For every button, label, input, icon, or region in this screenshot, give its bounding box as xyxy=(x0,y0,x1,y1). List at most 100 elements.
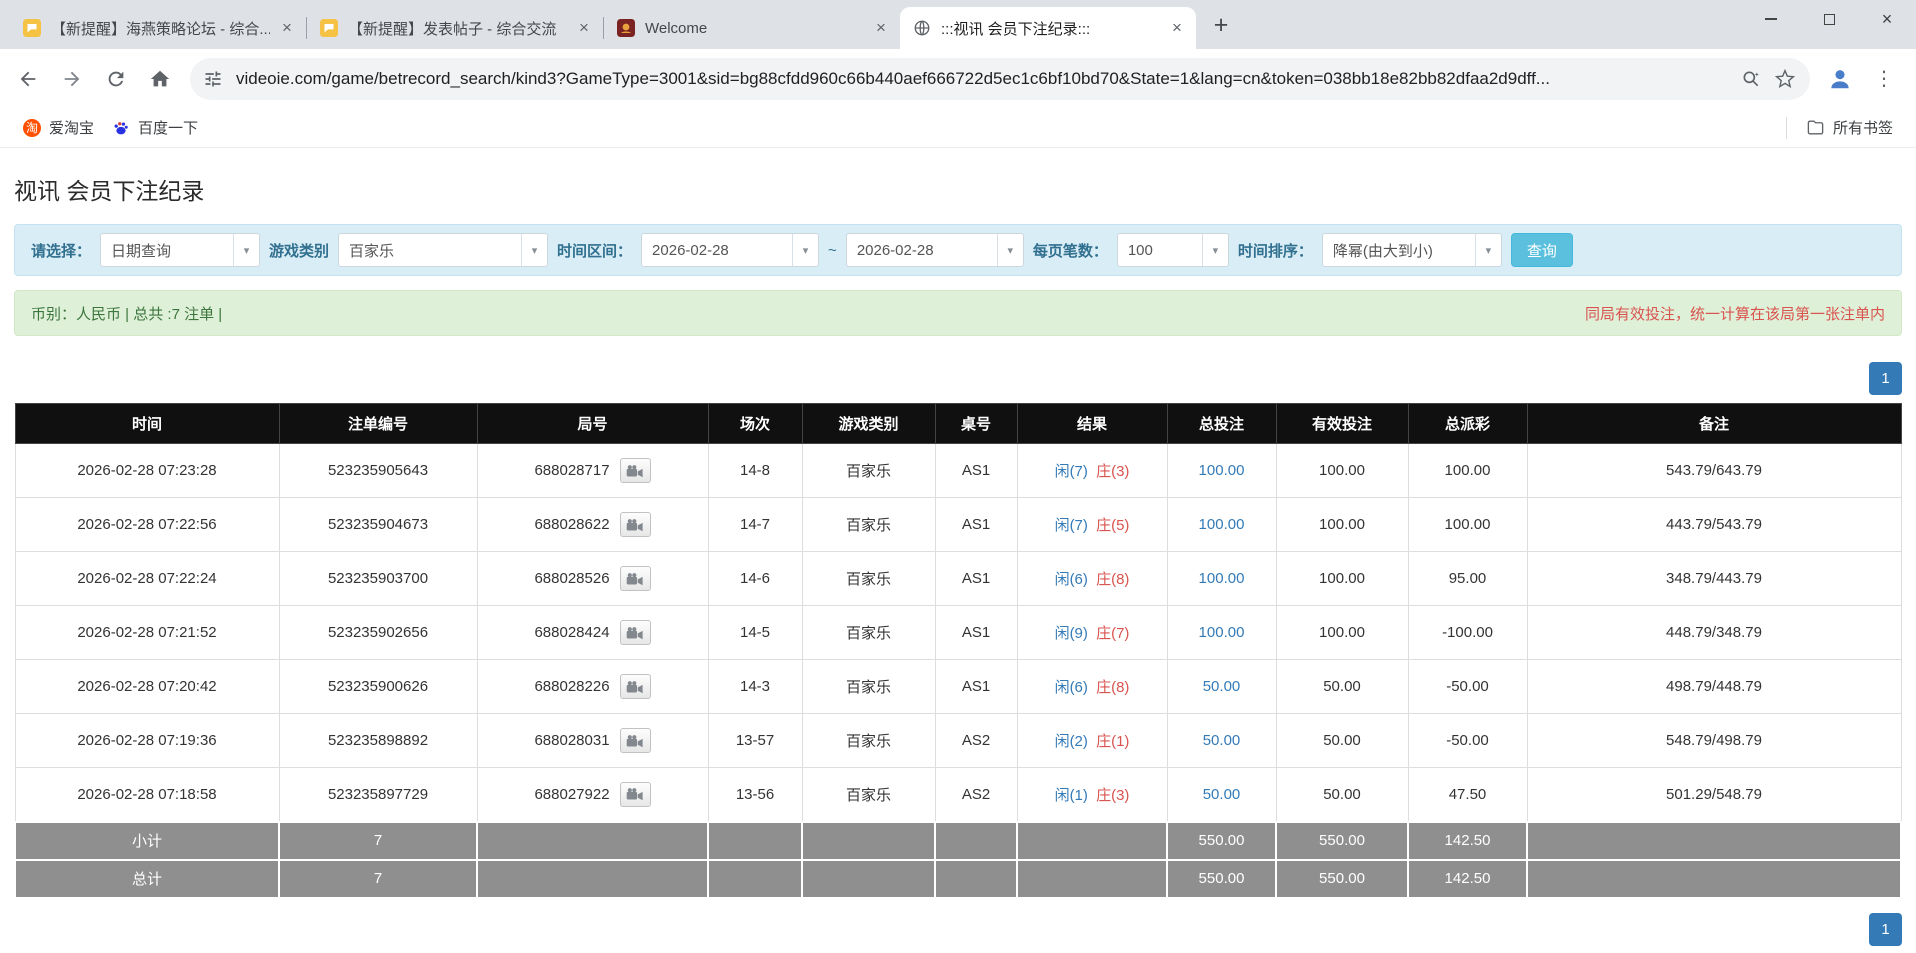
bet-table-no: AS2 xyxy=(935,714,1017,768)
video-replay-button[interactable] xyxy=(620,728,651,753)
search-lens-icon[interactable] xyxy=(1734,62,1768,96)
bookmark-taobao[interactable]: 淘 爱淘宝 xyxy=(14,113,103,143)
tab-close-icon[interactable]: × xyxy=(870,17,892,39)
payout: -100.00 xyxy=(1408,606,1527,660)
query-mode-select[interactable]: 日期查询 ▾ xyxy=(100,233,260,267)
valid-bet: 100.00 xyxy=(1276,444,1408,498)
video-replay-button[interactable] xyxy=(620,512,651,537)
chevron-down-icon[interactable]: ▾ xyxy=(792,234,818,266)
reload-button[interactable] xyxy=(94,57,138,101)
tab-close-icon[interactable]: × xyxy=(1166,17,1188,39)
video-camera-icon xyxy=(626,518,644,532)
game-type-select[interactable]: 百家乐 ▾ xyxy=(338,233,548,267)
bet-time: 2026-02-28 07:22:56 xyxy=(15,498,279,552)
bet-row: 2026-02-28 07:18:58 523235897729 6880279… xyxy=(15,768,1901,822)
chevron-down-icon[interactable]: ▾ xyxy=(1202,234,1228,266)
total-label: 总计 xyxy=(15,860,279,898)
video-replay-button[interactable] xyxy=(620,782,651,807)
total-valid-bet: 550.00 xyxy=(1276,860,1408,898)
video-replay-button[interactable] xyxy=(620,620,651,645)
payout: 95.00 xyxy=(1408,552,1527,606)
result-banker: 庄(8) xyxy=(1096,571,1129,588)
bet-game: 百家乐 xyxy=(802,444,935,498)
close-button[interactable]: × xyxy=(1858,0,1916,38)
page-content: 视讯 会员下注纪录 请选择： 日期查询 ▾ 游戏类别 百家乐 ▾ 时间区间： 2… xyxy=(0,172,1916,946)
bet-session: 13-56 xyxy=(708,768,802,822)
date-to-select[interactable]: 2026-02-28 ▾ xyxy=(846,233,1024,267)
round-id: 688027922 xyxy=(534,786,609,803)
bet-session: 13-57 xyxy=(708,714,802,768)
url-text[interactable]: videoie.com/game/betrecord_search/kind3?… xyxy=(236,69,1728,89)
window-controls: × xyxy=(1742,0,1916,38)
total-bet-link[interactable]: 50.00 xyxy=(1203,678,1241,695)
tab-strip: 【新提醒】海燕策略论坛 - 综合... × 【新提醒】发表帖子 - 综合交流 ×… xyxy=(0,0,1916,49)
page-size-select[interactable]: 100 ▾ xyxy=(1117,233,1229,267)
tab-close-icon[interactable]: × xyxy=(573,17,595,39)
pagination-top: 1 xyxy=(14,362,1902,395)
page-number-button[interactable]: 1 xyxy=(1869,362,1902,395)
game-type-label: 游戏类别 xyxy=(269,240,329,261)
video-replay-button[interactable] xyxy=(620,458,651,483)
total-bet-link[interactable]: 100.00 xyxy=(1199,624,1245,641)
forward-button[interactable] xyxy=(50,57,94,101)
bet-id: 523235905643 xyxy=(279,444,477,498)
note: 501.29/548.79 xyxy=(1527,768,1901,822)
browser-menu-button[interactable]: ⋮ xyxy=(1862,57,1906,101)
tab-forum-2[interactable]: 【新提醒】发表帖子 - 综合交流 × xyxy=(307,7,603,49)
browser-window: { "browser": { "tabs": [ { "title": "【新提… xyxy=(0,0,1916,953)
bet-time: 2026-02-28 07:22:24 xyxy=(15,552,279,606)
tab-bet-records[interactable]: :::视讯 会员下注纪录::: × xyxy=(900,7,1196,49)
chevron-down-icon[interactable]: ▾ xyxy=(1475,234,1501,266)
payout: -50.00 xyxy=(1408,714,1527,768)
new-tab-button[interactable]: + xyxy=(1204,8,1238,42)
home-button[interactable] xyxy=(138,57,182,101)
tab-welcome[interactable]: Welcome × xyxy=(604,7,900,49)
video-camera-icon xyxy=(626,787,644,801)
tab-close-icon[interactable]: × xyxy=(276,17,298,39)
bet-table-footer: 小计 7 550.00 550.00 142.50 总计 7 550.00 55… xyxy=(15,822,1901,898)
video-replay-button[interactable] xyxy=(620,674,651,699)
tab-forum-1[interactable]: 【新提醒】海燕策略论坛 - 综合... × xyxy=(10,7,306,49)
col-header-game: 游戏类别 xyxy=(802,404,935,444)
minimize-button[interactable] xyxy=(1742,0,1800,38)
sort-order-select[interactable]: 降幂(由大到小) ▾ xyxy=(1322,233,1502,267)
note: 548.79/498.79 xyxy=(1527,714,1901,768)
bet-game: 百家乐 xyxy=(802,498,935,552)
result-player: 闲(9) xyxy=(1055,625,1088,642)
chevron-down-icon[interactable]: ▾ xyxy=(233,234,259,266)
result-banker: 庄(3) xyxy=(1096,787,1129,804)
total-bet-link[interactable]: 50.00 xyxy=(1203,786,1241,803)
total-bet-link[interactable]: 50.00 xyxy=(1203,732,1241,749)
page-number-button[interactable]: 1 xyxy=(1869,913,1902,946)
bet-time: 2026-02-28 07:19:36 xyxy=(15,714,279,768)
maximize-button[interactable] xyxy=(1800,0,1858,38)
result-player: 闲(7) xyxy=(1055,463,1088,480)
url-bar[interactable]: videoie.com/game/betrecord_search/kind3?… xyxy=(190,58,1810,100)
date-from-select[interactable]: 2026-02-28 ▾ xyxy=(641,233,819,267)
query-button[interactable]: 查询 xyxy=(1511,233,1573,267)
total-payout: 142.50 xyxy=(1408,860,1527,898)
bet-id: 523235900626 xyxy=(279,660,477,714)
valid-bet: 50.00 xyxy=(1276,714,1408,768)
bookmark-baidu[interactable]: 百度一下 xyxy=(103,113,207,143)
bet-id: 523235904673 xyxy=(279,498,477,552)
forum-favicon xyxy=(22,19,41,38)
video-replay-button[interactable] xyxy=(620,566,651,591)
bookmark-star-icon[interactable] xyxy=(1768,62,1802,96)
total-bet-link[interactable]: 100.00 xyxy=(1199,516,1245,533)
profile-avatar[interactable] xyxy=(1818,57,1862,101)
bet-result: 闲(7) 庄(5) xyxy=(1017,498,1167,552)
result-banker: 庄(3) xyxy=(1096,463,1129,480)
round-id: 688028526 xyxy=(534,570,609,587)
filter-panel: 请选择： 日期查询 ▾ 游戏类别 百家乐 ▾ 时间区间： 2026-02-28 … xyxy=(14,224,1902,276)
subtotal-payout: 142.50 xyxy=(1408,822,1527,860)
chevron-down-icon[interactable]: ▾ xyxy=(997,234,1023,266)
total-bet-link[interactable]: 100.00 xyxy=(1199,462,1245,479)
site-settings-icon[interactable] xyxy=(196,62,230,96)
all-bookmarks-button[interactable]: 所有书签 xyxy=(1797,113,1902,143)
video-camera-icon xyxy=(626,626,644,640)
total-bet-link[interactable]: 100.00 xyxy=(1199,570,1245,587)
back-button[interactable] xyxy=(6,57,50,101)
note: 448.79/348.79 xyxy=(1527,606,1901,660)
chevron-down-icon[interactable]: ▾ xyxy=(521,234,547,266)
